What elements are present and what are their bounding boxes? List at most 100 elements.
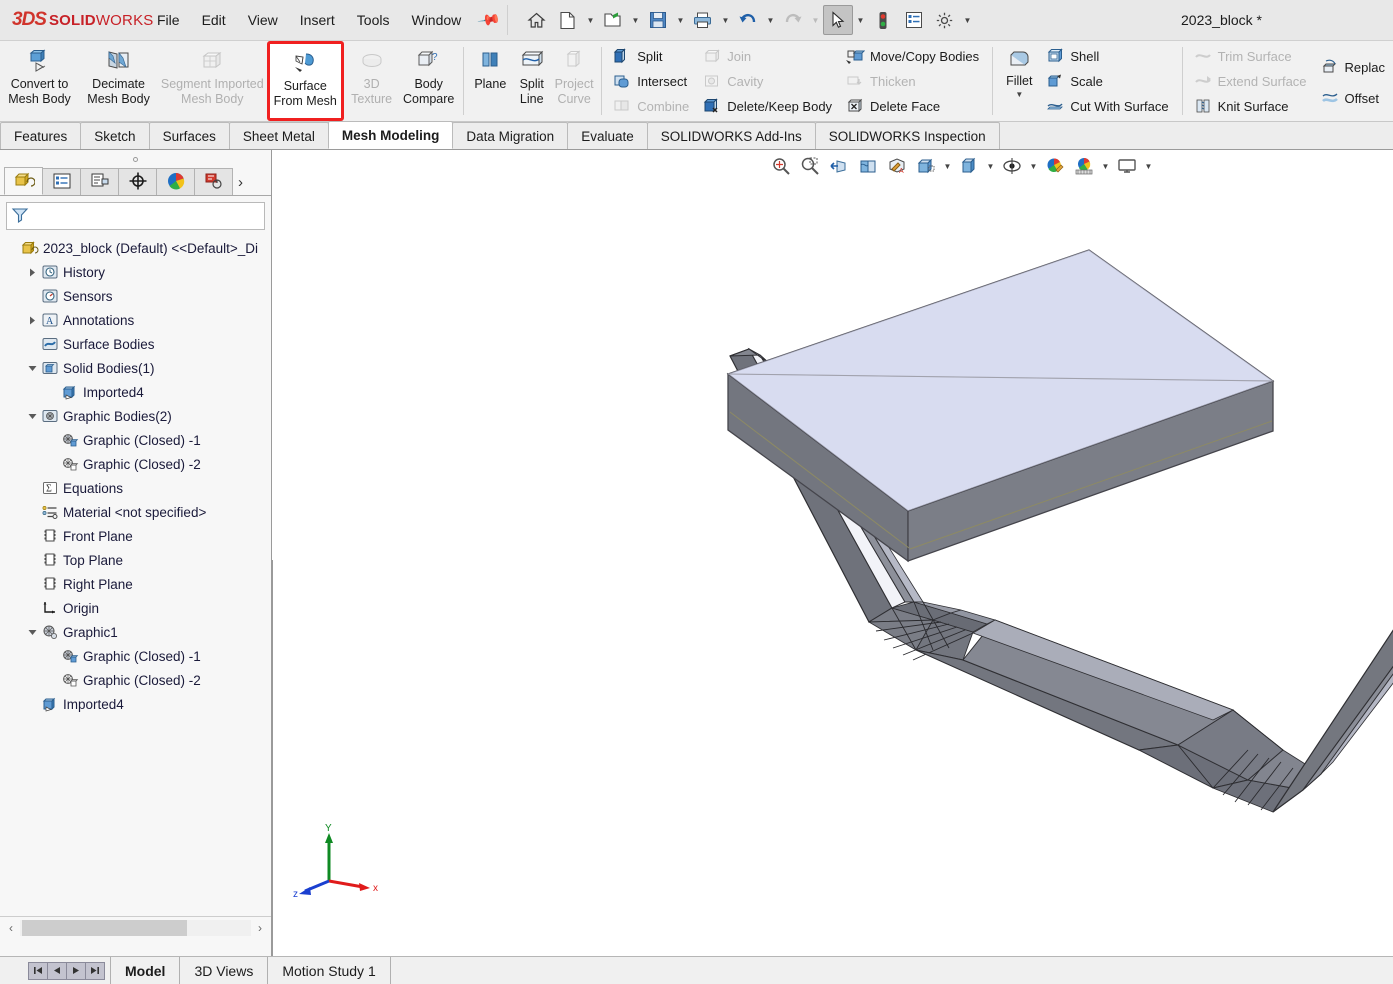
tab-solidworks-add-ins[interactable]: SOLIDWORKS Add-Ins	[646, 122, 816, 149]
knit-surface-button[interactable]: Knit Surface	[1188, 94, 1315, 119]
new-document-caret[interactable]: ▼	[584, 5, 597, 35]
tree-item-front-plane[interactable]: Front Plane	[0, 524, 271, 548]
chevron-right-icon[interactable]: ›	[238, 174, 243, 195]
plane-button[interactable]: Plane	[469, 41, 511, 121]
tree-item-solid-bodies[interactable]: Solid Bodies(1)	[0, 356, 271, 380]
delete-keep-body-button[interactable]: Delete/Keep Body	[697, 94, 840, 119]
scroll-left-arrow[interactable]: ‹	[2, 919, 20, 937]
tree-item-imported4-feature[interactable]: Imported4	[0, 692, 271, 716]
rebuild-traffic-light-icon[interactable]	[868, 5, 898, 35]
new-document-icon[interactable]	[553, 5, 583, 35]
tab-features[interactable]: Features	[0, 122, 82, 149]
menu-edit[interactable]: Edit	[191, 8, 237, 32]
split-button[interactable]: Split	[607, 44, 697, 69]
tab-mesh-modeling[interactable]: Mesh Modeling	[327, 121, 454, 149]
graphics-area[interactable]: A ▼ ▼ ▼ ▼ ▼ Y x z	[273, 150, 1393, 956]
move-copy-bodies-button[interactable]: Move/Copy Bodies	[840, 44, 987, 69]
print-icon[interactable]	[688, 5, 718, 35]
tree-item-right-plane[interactable]: Right Plane	[0, 572, 271, 596]
save-caret[interactable]: ▼	[674, 5, 687, 35]
feature-filter-box[interactable]	[6, 202, 265, 230]
menu-insert[interactable]: Insert	[289, 8, 346, 32]
tab-solidworks-inspection[interactable]: SOLIDWORKS Inspection	[814, 122, 1000, 149]
redo-caret[interactable]: ▼	[809, 5, 822, 35]
chevron-down-icon[interactable]	[24, 408, 40, 424]
replace-face-button[interactable]: Replac	[1315, 55, 1393, 80]
next-config-button[interactable]	[66, 961, 86, 980]
home-icon[interactable]	[522, 5, 552, 35]
menu-view[interactable]: View	[237, 8, 289, 32]
surface-from-mesh-button[interactable]: Surface From Mesh	[266, 41, 345, 121]
last-config-button[interactable]	[85, 961, 105, 980]
chevron-right-icon[interactable]	[24, 312, 40, 328]
tab-property-manager[interactable]	[42, 168, 81, 195]
open-folder-icon[interactable]	[598, 5, 628, 35]
tree-item-top-plane[interactable]: Top Plane	[0, 548, 271, 572]
select-cursor-icon[interactable]	[822, 5, 853, 35]
tree-item-origin[interactable]: Origin	[0, 596, 271, 620]
print-caret[interactable]: ▼	[719, 5, 732, 35]
tree-horizontal-scrollbar[interactable]: ‹ ›	[0, 916, 271, 938]
feature-filter-input[interactable]	[29, 207, 264, 225]
shell-button[interactable]: Shell	[1040, 44, 1176, 69]
chevron-down-icon[interactable]	[24, 624, 40, 640]
settings-caret[interactable]: ▼	[961, 5, 974, 35]
tree-item-graphic-bodies[interactable]: Graphic Bodies(2)	[0, 404, 271, 428]
cut-with-surface-button[interactable]: Cut With Surface	[1040, 94, 1176, 119]
tab-evaluate[interactable]: Evaluate	[567, 122, 648, 149]
tab-configuration-manager[interactable]	[80, 168, 119, 195]
redo-icon[interactable]	[778, 5, 808, 35]
chevron-down-icon[interactable]	[24, 360, 40, 376]
menu-tools[interactable]: Tools	[346, 8, 401, 32]
tree-item-imported4-solid[interactable]: Imported4	[0, 380, 271, 404]
fillet-dropdown-caret[interactable]: ▼	[1015, 90, 1023, 99]
tab-feature-manager[interactable]	[4, 167, 43, 195]
tree-item-graphic-closed-1[interactable]: Graphic (Closed) -1	[0, 428, 271, 452]
first-config-button[interactable]	[28, 961, 48, 980]
body-compare-button[interactable]: ? Body Compare	[399, 41, 458, 121]
chevron-right-icon[interactable]	[24, 264, 40, 280]
tab-display-manager[interactable]	[156, 168, 195, 195]
menu-file[interactable]: File	[146, 8, 191, 32]
doc-tab-motion-study-1[interactable]: Motion Study 1	[267, 957, 391, 984]
previous-config-button[interactable]	[47, 961, 67, 980]
tab-surfaces[interactable]: Surfaces	[148, 122, 230, 149]
undo-icon[interactable]	[733, 5, 763, 35]
tree-item-material[interactable]: Material <not specified>	[0, 500, 271, 524]
tab-appearance-manager[interactable]	[194, 168, 233, 195]
pin-icon[interactable]: 📌	[477, 7, 503, 33]
tab-data-migration[interactable]: Data Migration	[452, 122, 569, 149]
convert-to-mesh-body-button[interactable]: Convert to Mesh Body	[0, 41, 79, 121]
delete-face-button[interactable]: Delete Face	[840, 94, 987, 119]
3d-model-viewport[interactable]	[273, 150, 1393, 956]
scroll-right-arrow[interactable]: ›	[251, 919, 269, 937]
tree-item-part-root[interactable]: 2023_block (Default) <<Default>_Di	[0, 236, 271, 260]
tree-item-annotations[interactable]: A Annotations	[0, 308, 271, 332]
tree-item-history[interactable]: History	[0, 260, 271, 284]
tree-item-sensors[interactable]: Sensors	[0, 284, 271, 308]
tree-item-graphic-closed-2[interactable]: Graphic (Closed) -2	[0, 452, 271, 476]
settings-gear-icon[interactable]	[930, 5, 960, 35]
intersect-button[interactable]: Intersect	[607, 69, 697, 94]
panel-grip-handle[interactable]	[0, 150, 271, 168]
tree-item-graphic1-closed-2[interactable]: Graphic (Closed) -2	[0, 668, 271, 692]
tree-item-equations[interactable]: Σ Equations	[0, 476, 271, 500]
tree-item-graphic1[interactable]: Graphic1	[0, 620, 271, 644]
split-line-button[interactable]: Split Line	[511, 41, 552, 121]
select-cursor-caret[interactable]: ▼	[854, 5, 867, 35]
scale-button[interactable]: Scale	[1040, 69, 1176, 94]
tab-sketch[interactable]: Sketch	[80, 122, 150, 149]
doc-tab-3d-views[interactable]: 3D Views	[179, 957, 269, 984]
fillet-button[interactable]: Fillet ▼	[998, 41, 1040, 121]
decimate-mesh-body-button[interactable]: Decimate Mesh Body	[79, 41, 158, 121]
tree-item-graphic1-closed-1[interactable]: Graphic (Closed) -1	[0, 644, 271, 668]
tab-sheet-metal[interactable]: Sheet Metal	[228, 122, 329, 149]
options-list-icon[interactable]	[899, 5, 929, 35]
doc-tab-model[interactable]: Model	[110, 957, 181, 984]
tree-item-surface-bodies[interactable]: Surface Bodies	[0, 332, 271, 356]
save-icon[interactable]	[643, 5, 673, 35]
menu-window[interactable]: Window	[400, 8, 472, 32]
scrollbar-thumb[interactable]	[22, 919, 187, 936]
open-folder-caret[interactable]: ▼	[629, 5, 642, 35]
undo-caret[interactable]: ▼	[764, 5, 777, 35]
